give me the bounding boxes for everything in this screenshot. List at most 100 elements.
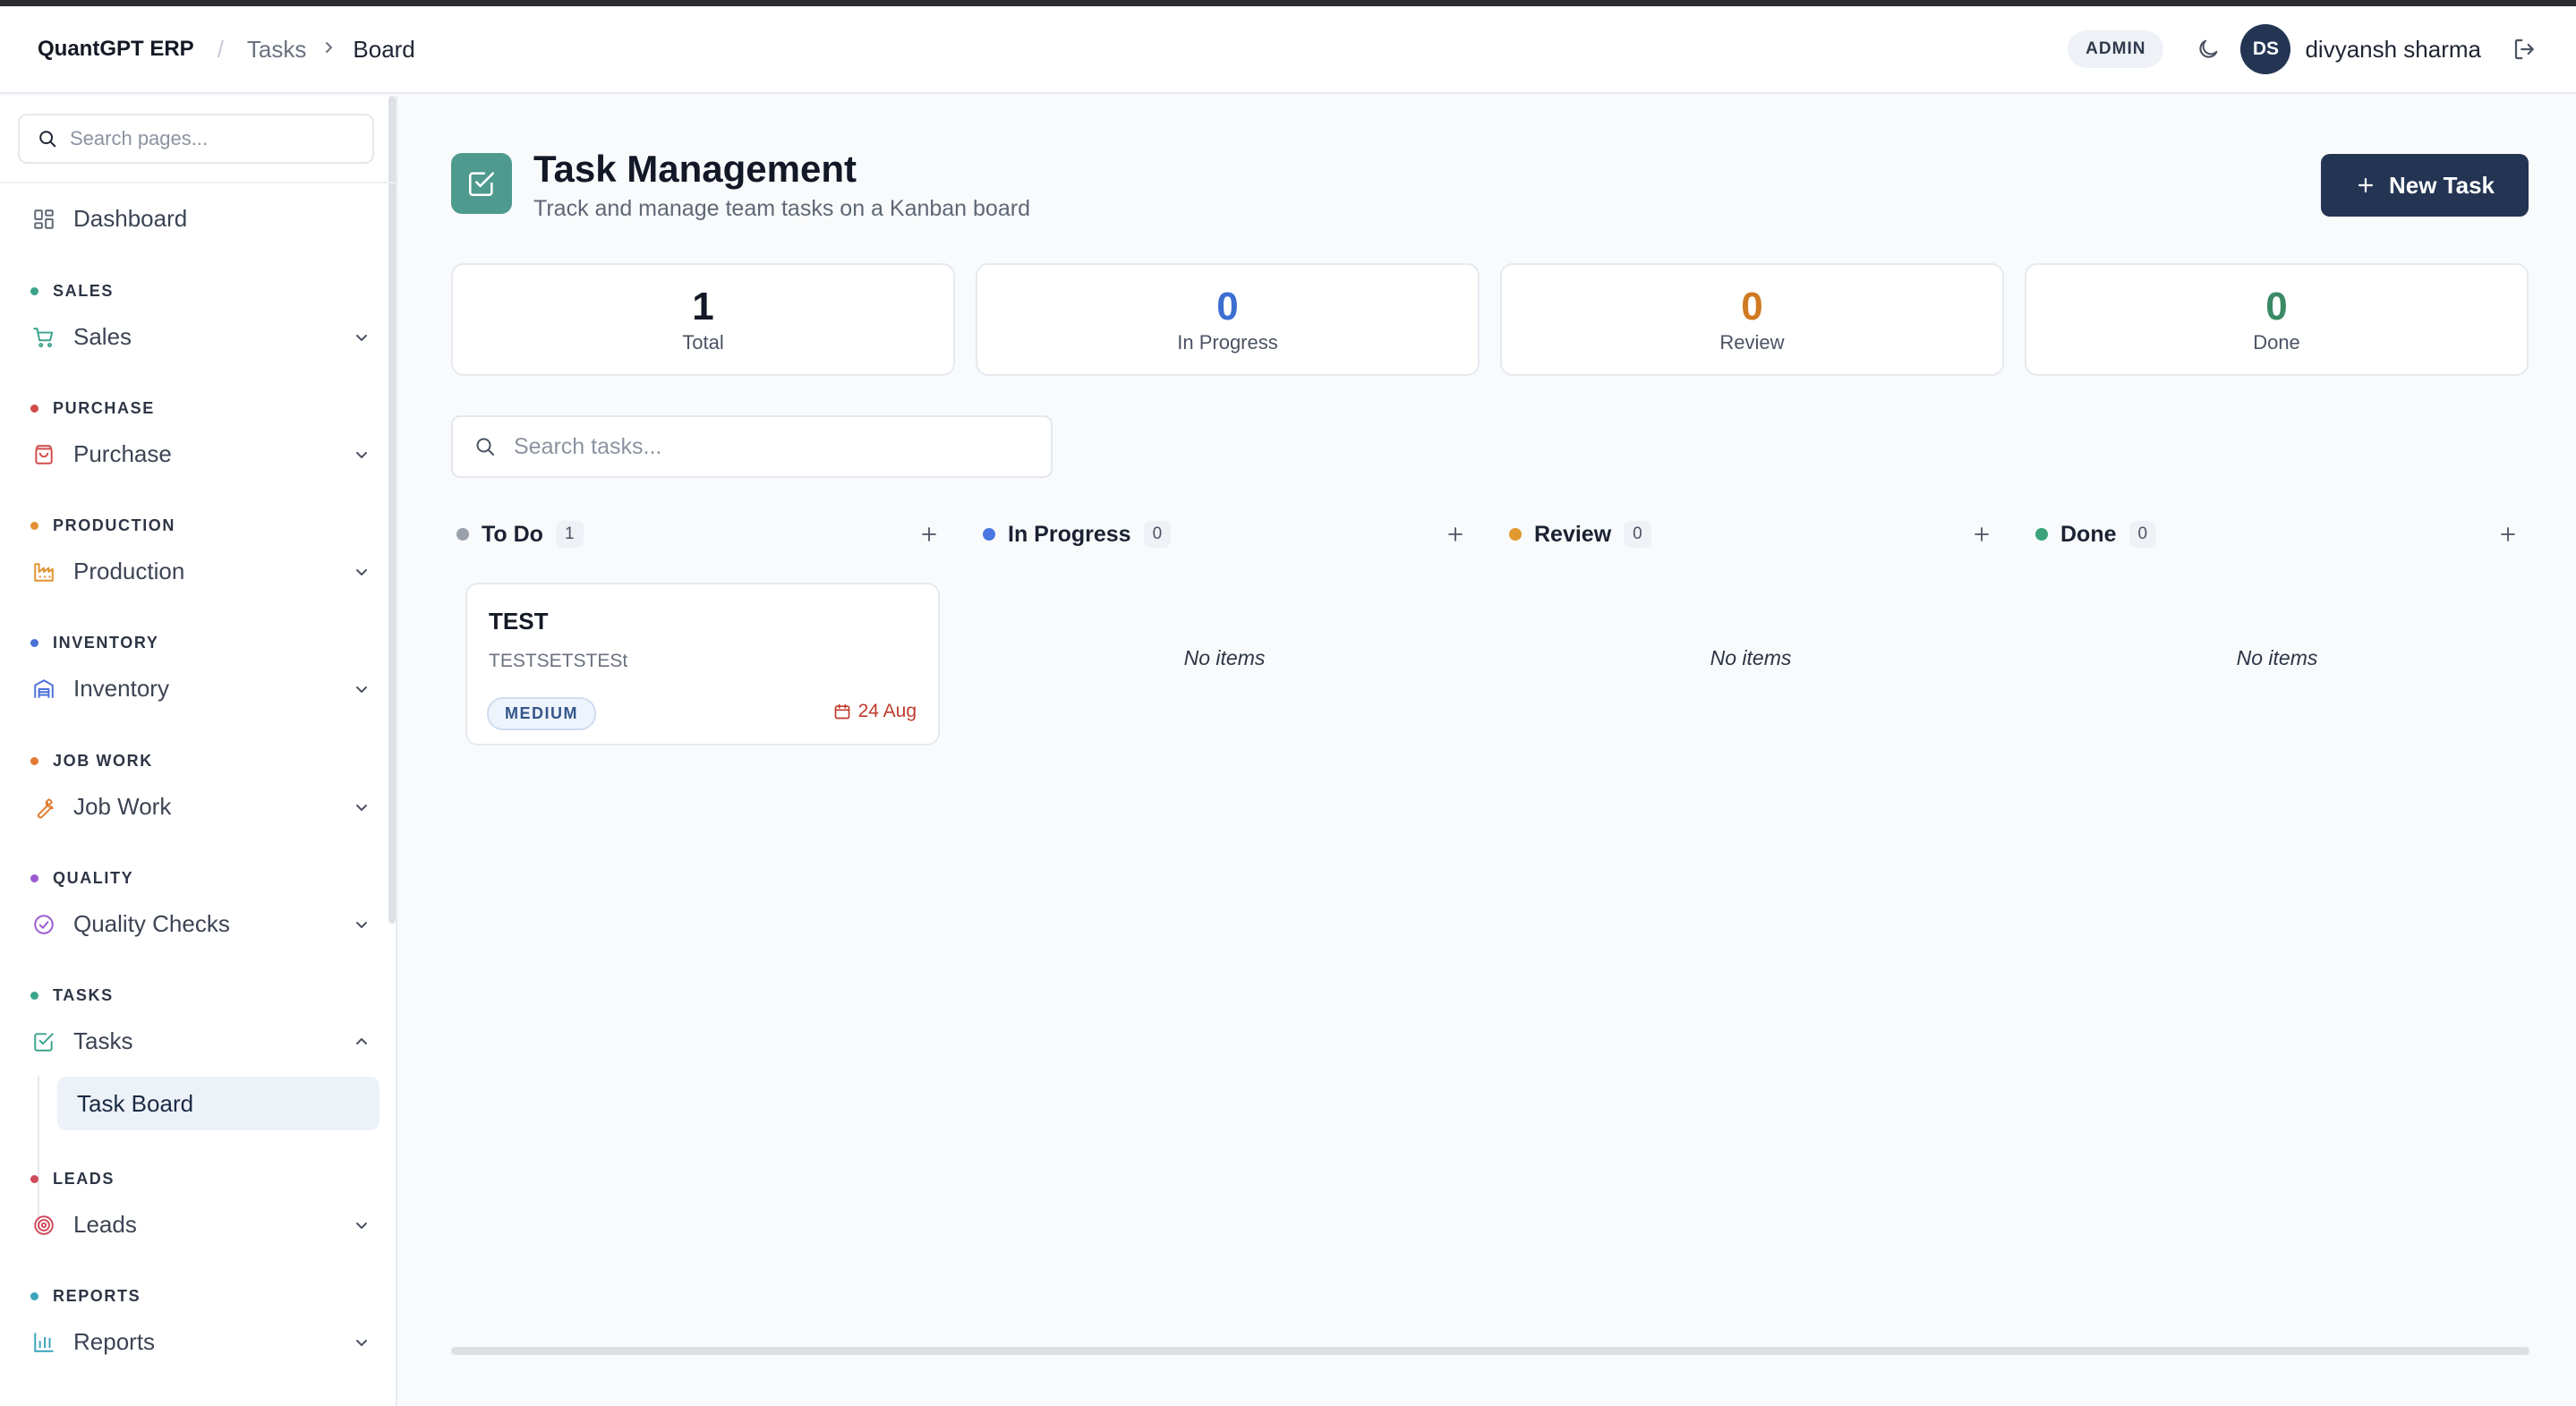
- new-task-button[interactable]: New Task: [2321, 154, 2529, 217]
- stat-label: In Progress: [1177, 331, 1278, 354]
- sidebar-item-label: Sales: [73, 323, 132, 350]
- sidebar-search-input[interactable]: Search pages...: [18, 114, 374, 164]
- sidebar-item-inventory[interactable]: Inventory: [32, 675, 371, 703]
- due-date: 24 Aug: [833, 701, 917, 722]
- header-right: ADMIN DS divyansh sharma: [2068, 24, 2538, 74]
- shopping-bag-icon: [35, 444, 53, 464]
- calendar-icon: [834, 703, 849, 720]
- sidebar-item-quality-checks[interactable]: Quality Checks: [32, 910, 371, 938]
- column-name: Done: [2060, 521, 2117, 547]
- task-description: TESTSETSTESt: [489, 651, 628, 671]
- sidebar-item-leads[interactable]: Leads: [32, 1211, 371, 1239]
- stat-label: Review: [1719, 331, 1785, 354]
- add-task-plus-icon[interactable]: [1971, 524, 1992, 545]
- section-title: SALES: [53, 282, 115, 300]
- section-title: QUALITY: [53, 869, 134, 887]
- section-purchase: PURCHASE: [30, 399, 155, 418]
- stat-label: Total: [682, 331, 724, 354]
- sidebar-scrollbar[interactable]: [388, 96, 396, 924]
- section-reports: REPORTS: [30, 1287, 141, 1306]
- search-icon: [476, 438, 494, 456]
- section-job-work: JOB WORK: [30, 752, 153, 771]
- empty-column-text: No items: [2236, 646, 2318, 669]
- sidebar-item-label: Quality Checks: [73, 910, 230, 937]
- column-name: Review: [1534, 521, 1612, 547]
- logout-icon[interactable]: [2512, 36, 2538, 63]
- breadcrumb-tasks[interactable]: Tasks: [247, 36, 306, 64]
- sidebar-item-job-work[interactable]: Job Work: [32, 793, 371, 821]
- chevron-down-icon[interactable]: [353, 798, 371, 816]
- column-name: In Progress: [1008, 521, 1131, 547]
- add-task-plus-icon[interactable]: [2497, 524, 2519, 545]
- sidebar-divider: [0, 182, 396, 183]
- top-header: QuantGPT ERP / Tasks Board ADMIN DS divy…: [0, 6, 2576, 94]
- chevron-down-icon[interactable]: [353, 563, 371, 581]
- sidebar-item-production[interactable]: Production: [32, 558, 371, 585]
- section-tasks: TASKS: [30, 986, 114, 1005]
- sidebar-subitem-task-board[interactable]: Task Board: [57, 1077, 380, 1130]
- column-header-review: Review 0: [1509, 516, 1992, 552]
- avatar[interactable]: DS: [2240, 24, 2291, 74]
- section-title: INVENTORY: [53, 634, 159, 652]
- stat-value: 0: [1216, 285, 1239, 328]
- factory-icon: [34, 562, 54, 582]
- window-top-strip: [0, 0, 2576, 6]
- search-icon: [39, 131, 56, 148]
- task-card[interactable]: TEST TESTSETSTESt MEDIUM 24 Aug: [465, 583, 940, 746]
- sidebar-item-tasks[interactable]: Tasks: [32, 1027, 371, 1055]
- stat-label: Done: [2253, 331, 2300, 354]
- board-horizontal-scrollbar[interactable]: [451, 1347, 2529, 1355]
- chevron-down-icon[interactable]: [353, 1334, 371, 1351]
- username[interactable]: divyansh sharma: [2305, 36, 2481, 64]
- chevron-up-icon[interactable]: [353, 1033, 371, 1051]
- column-header-done: Done 0: [2035, 516, 2519, 552]
- section-dot: [30, 287, 38, 295]
- stat-value: 0: [1741, 285, 1763, 328]
- page-title: Task Management: [533, 148, 857, 190]
- section-leads: LEADS: [30, 1170, 115, 1189]
- sidebar-item-sales[interactable]: Sales: [32, 323, 371, 351]
- column-count: 0: [2128, 521, 2157, 548]
- section-dot: [30, 522, 38, 530]
- sidebar-item-dashboard[interactable]: Dashboard: [32, 205, 371, 233]
- task-search-placeholder: Search tasks...: [514, 433, 662, 459]
- column-dot: [456, 528, 469, 541]
- section-dot: [30, 992, 38, 1000]
- page-subtitle: Track and manage team tasks on a Kanban …: [533, 196, 1030, 221]
- submenu-guide-line: [38, 1076, 39, 1230]
- chevron-down-icon[interactable]: [353, 328, 371, 346]
- stat-card-in-progress: 0 In Progress: [976, 263, 1480, 376]
- sidebar-item-purchase[interactable]: Purchase: [32, 440, 371, 468]
- task-checkbox-icon: [451, 153, 512, 214]
- sidebar-item-reports[interactable]: Reports: [32, 1328, 371, 1356]
- section-dot: [30, 757, 38, 765]
- section-title: PRODUCTION: [53, 516, 175, 534]
- sidebar-item-label: Job Work: [73, 793, 172, 820]
- chevron-down-icon[interactable]: [353, 1216, 371, 1234]
- sidebar-search-placeholder: Search pages...: [70, 127, 209, 149]
- section-dot: [30, 1175, 38, 1183]
- breadcrumb-board: Board: [353, 35, 415, 63]
- column-count: 0: [1143, 521, 1172, 548]
- sidebar-item-label: Reports: [73, 1328, 156, 1355]
- chevron-down-icon[interactable]: [353, 680, 371, 698]
- section-title: JOB WORK: [53, 752, 153, 770]
- checkbox-icon: [34, 1032, 54, 1052]
- empty-column-text: No items: [1710, 646, 1792, 669]
- section-title: REPORTS: [53, 1287, 141, 1305]
- add-task-plus-icon[interactable]: [1445, 524, 1466, 545]
- sidebar-item-label: Production: [73, 558, 185, 584]
- chevron-down-icon[interactable]: [353, 916, 371, 933]
- moon-icon[interactable]: [2196, 37, 2221, 62]
- section-quality: QUALITY: [30, 869, 133, 888]
- brand-name[interactable]: QuantGPT ERP: [38, 37, 194, 62]
- due-date-text: 24 Aug: [857, 701, 917, 721]
- section-sales: SALES: [30, 282, 114, 301]
- task-search-input[interactable]: Search tasks...: [451, 415, 1053, 478]
- add-task-plus-icon[interactable]: [918, 524, 940, 545]
- section-dot: [30, 405, 38, 413]
- new-task-label: New Task: [2388, 171, 2495, 199]
- chevron-down-icon[interactable]: [353, 446, 371, 464]
- section-inventory: INVENTORY: [30, 634, 158, 652]
- column-name: To Do: [482, 521, 543, 547]
